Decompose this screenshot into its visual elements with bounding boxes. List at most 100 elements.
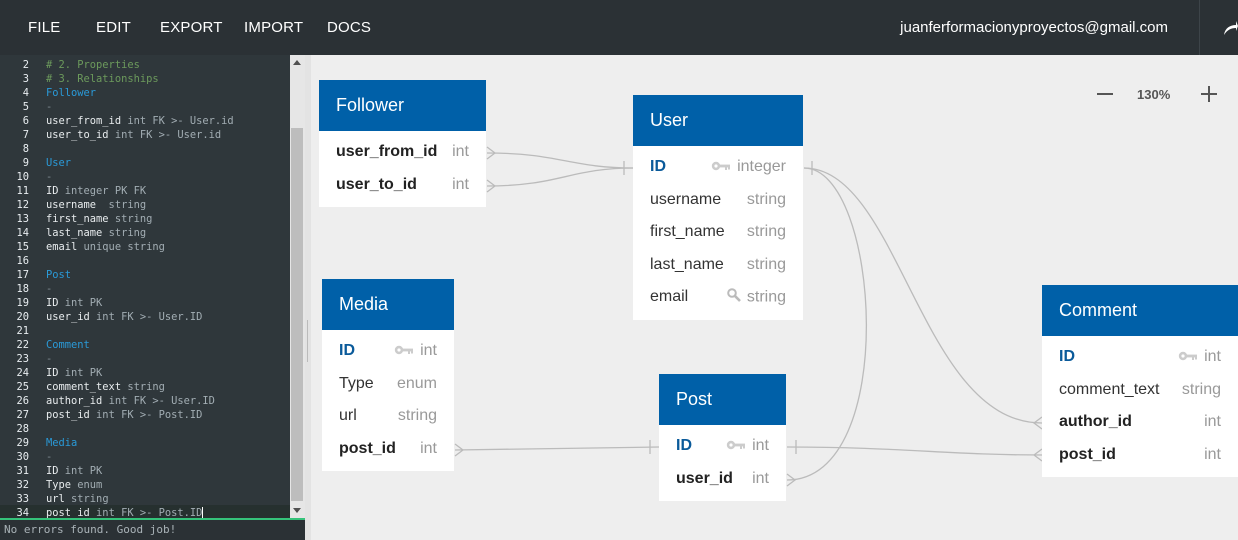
field-type-wrapper: int: [752, 470, 769, 488]
field-row[interactable]: email string: [633, 281, 803, 314]
code-editor[interactable]: 2 # 2. Properties 3 # 3. Relationships 4 Foll…: [0, 55, 290, 518]
field-row[interactable]: ID integer: [633, 151, 803, 184]
line-number: 28: [16, 423, 29, 435]
editor-line[interactable]: 21: [0, 324, 290, 338]
table-user[interactable]: User ID integer username string first_name str…: [633, 95, 803, 320]
code-text: author_id int FK >- User.ID: [46, 394, 215, 408]
line-number: 2: [22, 59, 29, 71]
editor-line[interactable]: 14 last_name string: [0, 226, 290, 240]
field-row[interactable]: ID int: [1042, 341, 1238, 374]
field-type: int: [1204, 413, 1221, 430]
field-name: post_id: [1059, 445, 1116, 463]
editor-line[interactable]: 32 Type enum: [0, 478, 290, 492]
editor-line[interactable]: 11 ID integer PK FK: [0, 184, 290, 198]
editor-line[interactable]: 30 -: [0, 450, 290, 464]
editor-line[interactable]: 19 ID int PK: [0, 296, 290, 310]
table-media[interactable]: Media ID int Type enum url string post_id int: [322, 279, 454, 471]
share-icon[interactable]: [1222, 17, 1238, 39]
code-text: user_from_id int FK >- User.id: [46, 114, 234, 128]
code-field-type: enum: [71, 479, 103, 491]
table-title-user[interactable]: User: [633, 95, 803, 146]
line-number: 20: [16, 311, 29, 323]
code-field-name: ID: [46, 297, 59, 309]
table-title-post[interactable]: Post: [659, 374, 786, 425]
editor-line[interactable]: 16: [0, 254, 290, 268]
field-row[interactable]: last_name string: [633, 249, 803, 282]
code-field-type: string: [108, 213, 153, 225]
menu-import[interactable]: IMPORT: [244, 19, 303, 36]
editor-line[interactable]: 2 # 2. Properties: [0, 58, 290, 72]
field-row[interactable]: author_id int: [1042, 406, 1238, 439]
line-number: 14: [16, 227, 29, 239]
editor-line[interactable]: 6 user_from_id int FK >- User.id: [0, 114, 290, 128]
code-field-type: string: [96, 199, 147, 211]
code-text: post_id int FK >- Post.ID: [46, 506, 204, 518]
scrollbar-thumb[interactable]: [291, 128, 303, 501]
zoom-out-icon[interactable]: [1097, 93, 1113, 95]
editor-line[interactable]: 26 author_id int FK >- User.ID: [0, 394, 290, 408]
editor-line[interactable]: 34 post_id int FK >- Post.ID: [0, 506, 290, 518]
editor-line[interactable]: 20 user_id int FK >- User.ID: [0, 310, 290, 324]
user-email[interactable]: juanferformacionyproyectos@gmail.com: [900, 19, 1168, 36]
field-row[interactable]: user_to_id int: [319, 169, 486, 202]
editor-line[interactable]: 17 Post: [0, 268, 290, 282]
editor-line[interactable]: 4 Follower: [0, 86, 290, 100]
field-row[interactable]: comment_text string: [1042, 374, 1238, 407]
scroll-down-icon[interactable]: [293, 508, 301, 513]
menu-docs[interactable]: DOCS: [327, 19, 371, 36]
field-row[interactable]: ID int: [322, 335, 454, 368]
field-row[interactable]: first_name string: [633, 216, 803, 249]
code-field-name: user_id: [46, 311, 90, 323]
field-type-wrapper: string: [398, 407, 437, 425]
table-title-media[interactable]: Media: [322, 279, 454, 330]
editor-line[interactable]: 28: [0, 422, 290, 436]
editor-line[interactable]: 18 -: [0, 282, 290, 296]
editor-line[interactable]: 9 User: [0, 156, 290, 170]
editor-line[interactable]: 8: [0, 142, 290, 156]
field-row[interactable]: user_from_id int: [319, 136, 486, 169]
editor-line[interactable]: 33 url string: [0, 492, 290, 506]
line-number: 22: [16, 339, 29, 351]
scroll-up-icon[interactable]: [293, 60, 301, 65]
code-field-name: ID: [46, 367, 59, 379]
field-row[interactable]: post_id int: [322, 433, 454, 466]
field-row[interactable]: user_id int: [659, 463, 786, 496]
editor-line[interactable]: 7 user_to_id int FK >- User.id: [0, 128, 290, 142]
editor-line[interactable]: 25 comment_text string: [0, 380, 290, 394]
editor-line[interactable]: 31 ID int PK: [0, 464, 290, 478]
table-comment[interactable]: Comment ID int comment_text string author_id i…: [1042, 285, 1238, 477]
menu-export[interactable]: EXPORT: [160, 19, 223, 36]
field-row[interactable]: username string: [633, 184, 803, 217]
field-name: ID: [339, 342, 355, 359]
editor-line[interactable]: 5-: [0, 100, 290, 114]
editor-line[interactable]: 27 post_id int FK >- Post.ID: [0, 408, 290, 422]
table-title-follower[interactable]: Follower: [319, 80, 486, 131]
zoom-in-icon[interactable]: [1201, 86, 1217, 102]
editor-line[interactable]: 3 # 3. Relationships: [0, 72, 290, 86]
field-row[interactable]: ID int: [659, 430, 786, 463]
editor-line[interactable]: 29 Media: [0, 436, 290, 450]
editor-line[interactable]: 13 first_name string: [0, 212, 290, 226]
editor-line[interactable]: 23 -: [0, 352, 290, 366]
menu-edit[interactable]: EDIT: [96, 19, 131, 36]
editor-line[interactable]: 22 Comment: [0, 338, 290, 352]
field-row[interactable]: url string: [322, 400, 454, 433]
editor-line[interactable]: 15 email unique string: [0, 240, 290, 254]
key-icon: [711, 158, 731, 176]
table-post[interactable]: Post ID int user_id int: [659, 374, 786, 501]
field-row[interactable]: Type enum: [322, 368, 454, 401]
field-name: ID: [676, 437, 692, 454]
editor-line[interactable]: 12 username string: [0, 198, 290, 212]
table-follower[interactable]: Follower user_from_id int user_to_id int: [319, 80, 486, 207]
editor-line[interactable]: 10 -: [0, 170, 290, 184]
field-type-wrapper: int: [1204, 446, 1221, 464]
code-field-type: int FK >- User.id: [108, 129, 222, 141]
field-row[interactable]: post_id int: [1042, 439, 1238, 472]
menu-file[interactable]: FILE: [28, 19, 60, 36]
table-title-comment[interactable]: Comment: [1042, 285, 1238, 336]
editor-line[interactable]: 24 ID int PK: [0, 366, 290, 380]
code-text: ID integer PK FK: [46, 184, 146, 198]
code-field-name: last_name: [46, 227, 103, 239]
line-number: 18: [16, 283, 29, 295]
code-text: ID int PK: [46, 464, 102, 478]
